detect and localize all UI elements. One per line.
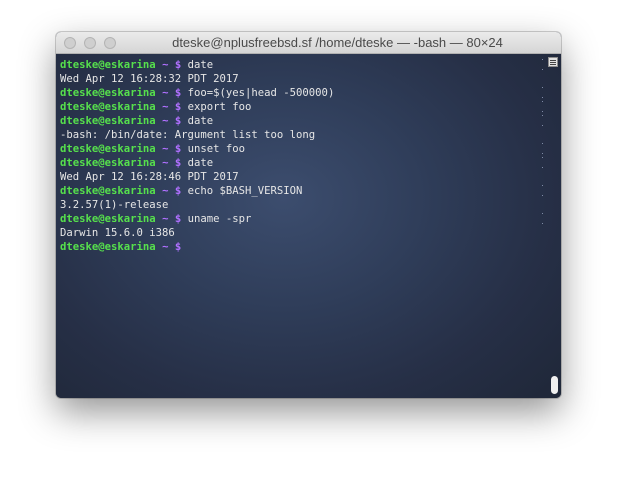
line-mark-right: [542, 157, 543, 168]
prompt-line: dteske@eskarina ~ $ date: [60, 114, 543, 128]
prompt-tilde: ~: [162, 157, 169, 169]
prompt-user-host: dteske@eskarina: [60, 87, 156, 99]
prompt-dollar: $: [174, 185, 182, 197]
terminal-window: dteske@nplusfreebsd.sf /home/dteske — -b…: [56, 32, 561, 398]
prompt-dollar: $: [174, 101, 182, 113]
command-text: date: [187, 115, 214, 127]
scroll-thumb[interactable]: [551, 376, 558, 394]
prompt-line: dteske@eskarina ~ $: [60, 240, 543, 254]
prompt-line: dteske@eskarina ~ $ foo=$(yes|head -5000…: [60, 86, 543, 100]
prompt-line: dteske@eskarina ~ $ export foo: [60, 100, 543, 114]
command-text: date: [187, 59, 214, 71]
prompt-tilde: ~: [162, 87, 169, 99]
prompt-tilde: ~: [162, 213, 169, 225]
prompt-user-host: dteske@eskarina: [60, 101, 156, 113]
command-text: echo $BASH_VERSION: [187, 185, 303, 197]
line-mark-right: [542, 185, 543, 196]
zoom-button[interactable]: [104, 37, 116, 49]
prompt-tilde: ~: [162, 241, 169, 253]
prompt-line: dteske@eskarina ~ $ date: [60, 58, 543, 72]
command-text: uname -spr: [187, 213, 252, 225]
close-button[interactable]: [64, 37, 76, 49]
title-bar[interactable]: dteske@nplusfreebsd.sf /home/dteske — -b…: [56, 32, 561, 54]
command-text: date: [187, 157, 214, 169]
prompt-tilde: ~: [162, 143, 169, 155]
line-mark-right: [542, 115, 543, 126]
prompt-user-host: dteske@eskarina: [60, 59, 156, 71]
prompt-tilde: ~: [162, 115, 169, 127]
command-text: export foo: [187, 101, 252, 113]
prompt-user-host: dteske@eskarina: [60, 241, 156, 253]
terminal-content[interactable]: dteske@eskarina ~ $ date Wed Apr 12 16:28…: [56, 54, 561, 398]
prompt-tilde: ~: [162, 101, 169, 113]
prompt-line: dteske@eskarina ~ $ unset foo: [60, 142, 543, 156]
line-mark-right: [542, 101, 543, 112]
prompt-line: dteske@eskarina ~ $ date: [60, 156, 543, 170]
prompt-user-host: dteske@eskarina: [60, 185, 156, 197]
prompt-dollar: $: [174, 87, 182, 99]
prompt-dollar: $: [174, 157, 182, 169]
prompt-dollar: $: [174, 143, 182, 155]
output-line: Wed Apr 12 16:28:32 PDT 2017: [60, 73, 239, 85]
prompt-line: dteske@eskarina ~ $ echo $BASH_VERSION: [60, 184, 543, 198]
output-line: -bash: /bin/date: Argument list too long: [60, 129, 316, 141]
line-mark-right: [542, 143, 543, 154]
prompt-user-host: dteske@eskarina: [60, 213, 156, 225]
window-title: dteske@nplusfreebsd.sf /home/dteske — -b…: [172, 35, 503, 50]
prompt-tilde: ~: [162, 59, 169, 71]
line-mark-right: [542, 59, 543, 70]
prompt-user-host: dteske@eskarina: [60, 143, 156, 155]
command-text: unset foo: [187, 143, 246, 155]
prompt-line: dteske@eskarina ~ $ uname -spr: [60, 212, 543, 226]
line-mark-right: [542, 87, 543, 98]
command-text: foo=$(yes|head -500000): [187, 87, 335, 99]
terminal-output: dteske@eskarina ~ $ date Wed Apr 12 16:28…: [60, 58, 543, 254]
output-line: Darwin 15.6.0 i386: [60, 227, 175, 239]
scrollbar[interactable]: [548, 54, 558, 398]
minimize-button[interactable]: [84, 37, 96, 49]
prompt-user-host: dteske@eskarina: [60, 115, 156, 127]
line-mark-right: [542, 213, 543, 224]
prompt-tilde: ~: [162, 185, 169, 197]
prompt-dollar: $: [174, 115, 182, 127]
output-line: Wed Apr 12 16:28:46 PDT 2017: [60, 171, 239, 183]
prompt-dollar: $: [174, 59, 182, 71]
prompt-user-host: dteske@eskarina: [60, 157, 156, 169]
prompt-dollar: $: [174, 241, 182, 253]
output-line: 3.2.57(1)-release: [60, 199, 169, 211]
prompt-dollar: $: [174, 213, 182, 225]
